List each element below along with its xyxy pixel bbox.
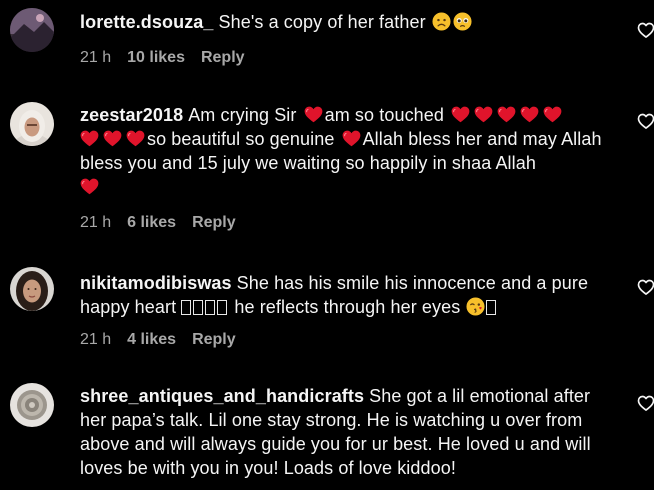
likes-count[interactable]: 10 likes xyxy=(127,48,185,68)
reply-button[interactable]: Reply xyxy=(201,48,245,68)
unrendered-glyph xyxy=(486,300,497,315)
comment-body-part: he reflects through her eyes xyxy=(234,297,461,317)
avatar[interactable] xyxy=(10,8,54,52)
like-heart-icon[interactable] xyxy=(636,111,654,131)
red-heart-icon xyxy=(474,106,493,123)
comment-username[interactable]: nikitamodibiswas xyxy=(80,273,232,293)
pleading-face-icon xyxy=(453,12,472,31)
likes-count[interactable]: 6 likes xyxy=(127,213,176,233)
red-heart-icon xyxy=(543,106,562,123)
comment-body-part: am so touched xyxy=(324,105,444,125)
red-heart-icon xyxy=(520,106,539,123)
red-heart-icon xyxy=(80,178,99,195)
comment-text: nikitamodibiswas She has his smile his in… xyxy=(80,271,620,319)
avatar[interactable] xyxy=(10,267,54,311)
comment-time: 21 h xyxy=(80,49,112,66)
comment-username[interactable]: shree_antiques_and_handicrafts xyxy=(80,386,364,406)
comment-meta: 21 h 10 likes Reply xyxy=(80,48,245,68)
unrendered-glyph xyxy=(193,300,204,315)
comment-time: 21 h xyxy=(80,331,112,348)
comment-text: zeestar2018 Am crying Sir am so touched s… xyxy=(80,103,620,199)
unrendered-glyph xyxy=(205,300,216,315)
avatar[interactable] xyxy=(10,383,54,427)
comment-text: shree_antiques_and_handicrafts She got a … xyxy=(80,384,620,480)
reply-button[interactable]: Reply xyxy=(192,213,236,233)
sad-face-icon xyxy=(432,12,451,31)
like-heart-icon[interactable] xyxy=(636,277,654,297)
comment-text: lorette.dsouza_ She's a copy of her fathe… xyxy=(80,10,620,34)
red-heart-icon xyxy=(103,130,122,147)
likes-count[interactable]: 4 likes xyxy=(127,330,176,350)
red-heart-icon xyxy=(497,106,516,123)
like-heart-icon[interactable] xyxy=(636,20,654,40)
comment-body-part: Am crying Sir xyxy=(188,105,297,125)
unrendered-glyph xyxy=(217,300,228,315)
comment-username[interactable]: lorette.dsouza_ xyxy=(80,12,214,32)
comment-time: 21 h xyxy=(80,214,112,231)
comment-meta: 21 h 4 likes Reply xyxy=(80,330,236,350)
comment-body: She's a copy of her father xyxy=(218,12,426,32)
red-heart-icon xyxy=(304,106,323,123)
unrendered-glyph xyxy=(181,300,192,315)
reply-button[interactable]: Reply xyxy=(192,330,236,350)
red-heart-icon xyxy=(342,130,361,147)
like-heart-icon[interactable] xyxy=(636,393,654,413)
kiss-face-icon xyxy=(466,297,485,316)
avatar[interactable] xyxy=(10,102,54,146)
red-heart-icon xyxy=(80,130,99,147)
comment-body-part: so beautiful so genuine xyxy=(147,129,335,149)
red-heart-icon xyxy=(451,106,470,123)
red-heart-icon xyxy=(126,130,145,147)
comment-username[interactable]: zeestar2018 xyxy=(80,105,183,125)
comment-meta: 21 h 6 likes Reply xyxy=(80,213,236,233)
